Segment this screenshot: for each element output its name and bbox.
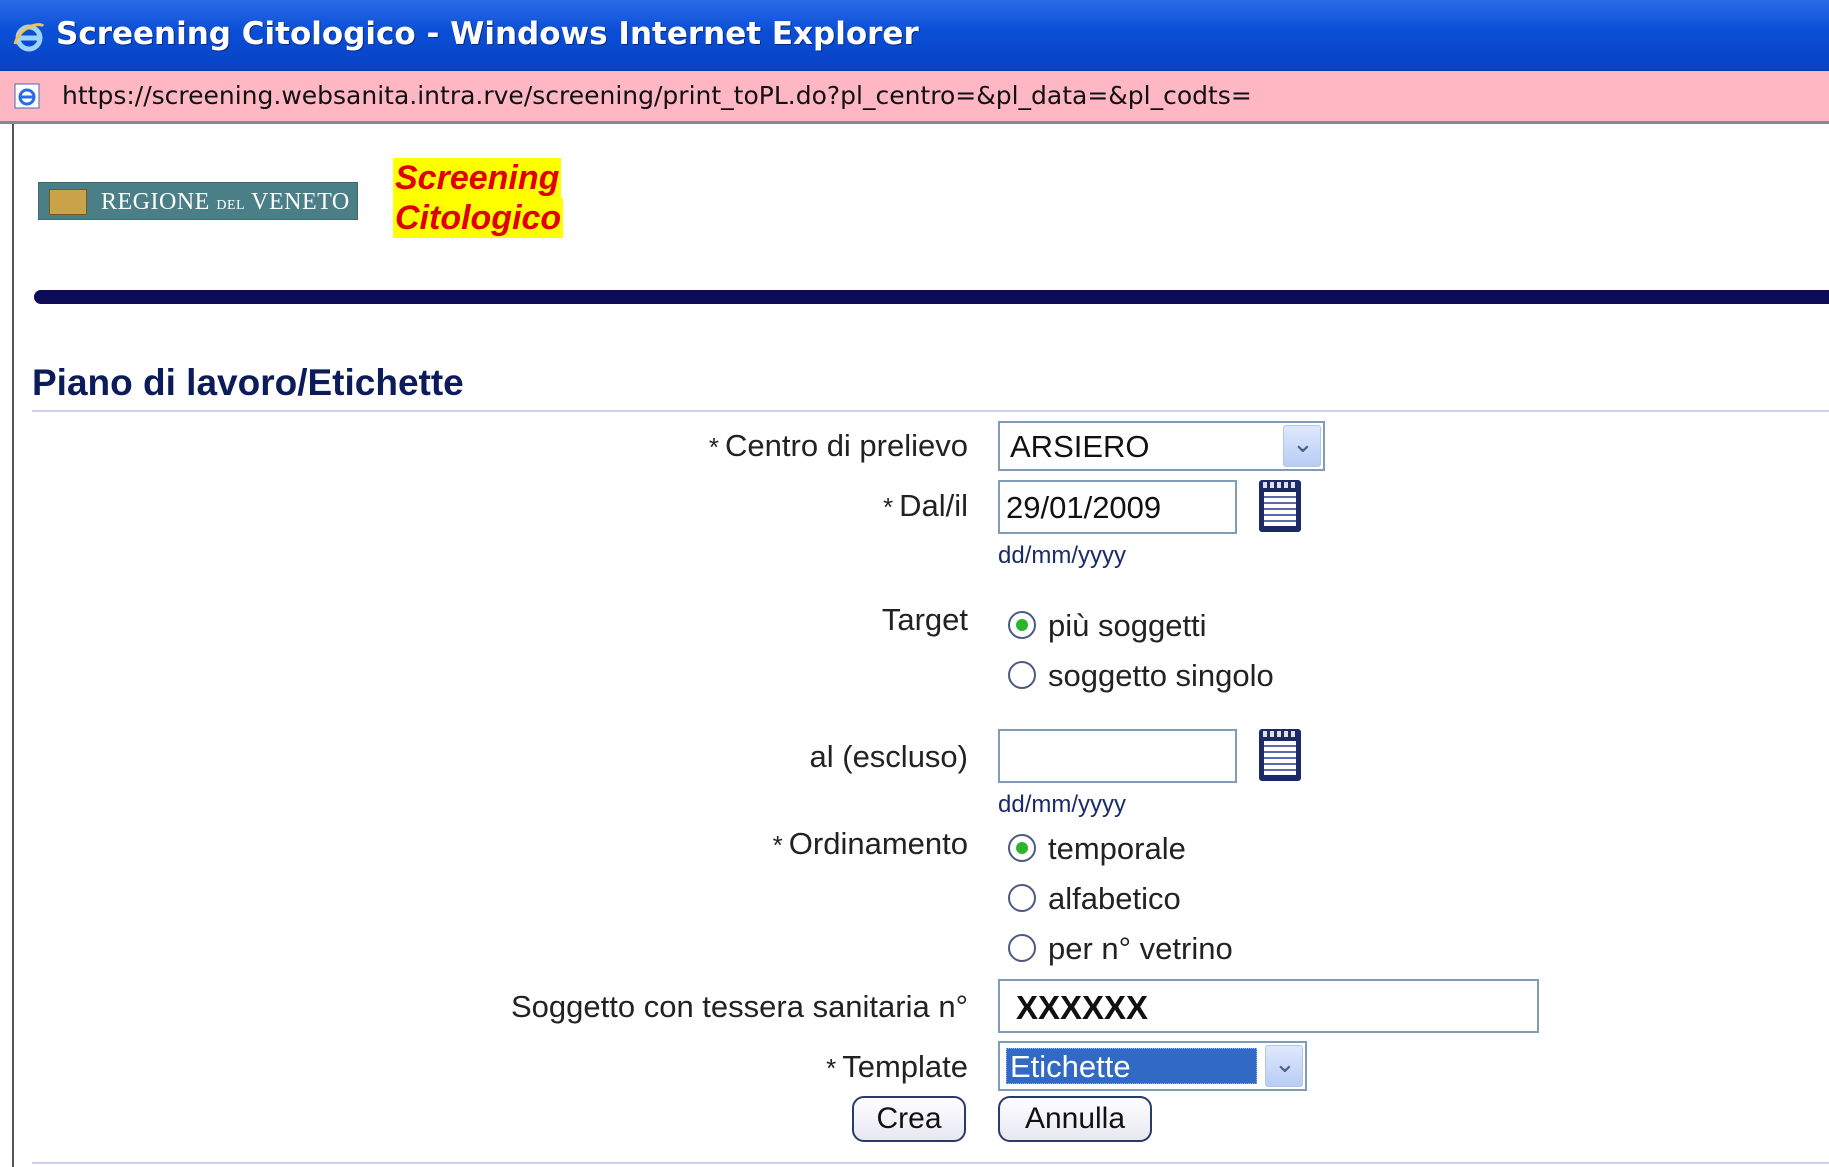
chevron-down-icon: ⌄ bbox=[1274, 1048, 1296, 1078]
ordinamento-option-vetrino[interactable]: per n° vetrino bbox=[1048, 931, 1233, 967]
address-bar[interactable]: https://screening.websanita.intra.rve/sc… bbox=[0, 71, 1829, 124]
header-divider bbox=[34, 290, 1829, 304]
calendar-icon[interactable] bbox=[1259, 729, 1301, 781]
template-label: * Template bbox=[826, 1049, 968, 1084]
app-title-line2: Citologico bbox=[393, 198, 564, 238]
annulla-button[interactable]: Annulla bbox=[998, 1096, 1152, 1142]
crea-button[interactable]: Crea bbox=[852, 1096, 966, 1142]
logo-text: REGIONE DEL VENETO bbox=[101, 189, 350, 215]
target-option-single[interactable]: soggetto singolo bbox=[1048, 658, 1274, 694]
ordinamento-radio-vetrino[interactable] bbox=[1008, 934, 1036, 962]
required-mark: * bbox=[826, 1053, 837, 1083]
centro-select[interactable]: ARSIERO ⌄ bbox=[998, 421, 1325, 471]
ordinamento-radio-temporale[interactable] bbox=[1008, 834, 1036, 862]
ordinamento-radio-alfabetico[interactable] bbox=[1008, 884, 1036, 912]
window-title-bar: Screening Citologico - Windows Internet … bbox=[0, 0, 1829, 71]
tessera-value: XXXXXX bbox=[1016, 989, 1149, 1026]
target-option-multiple[interactable]: più soggetti bbox=[1048, 608, 1207, 644]
window-left-border bbox=[0, 124, 14, 1167]
regione-veneto-logo: REGIONE DEL VENETO bbox=[38, 182, 358, 220]
crest-icon bbox=[49, 189, 87, 215]
al-date-format-hint: dd/mm/yyyy bbox=[998, 791, 1127, 818]
internet-explorer-icon bbox=[13, 23, 45, 52]
centro-value: ARSIERO bbox=[1010, 429, 1150, 464]
ordinamento-option-temporale[interactable]: temporale bbox=[1048, 831, 1186, 867]
template-value: Etichette bbox=[1010, 1049, 1131, 1084]
target-radio-single[interactable] bbox=[1008, 661, 1036, 689]
ordinamento-option-alfabetico[interactable]: alfabetico bbox=[1048, 881, 1181, 917]
centro-label: * Centro di prelievo bbox=[708, 428, 968, 463]
app-title-line1: Screening bbox=[393, 158, 562, 198]
dropdown-button[interactable]: ⌄ bbox=[1265, 1045, 1303, 1087]
dal-label: * Dal/il bbox=[882, 488, 968, 523]
dal-date-input[interactable]: 29/01/2009 bbox=[998, 480, 1237, 534]
al-label: al (escluso) bbox=[809, 739, 969, 774]
page-title: Piano di lavoro/Etichette bbox=[32, 362, 464, 403]
required-mark: * bbox=[772, 830, 783, 860]
url-text[interactable]: https://screening.websanita.intra.rve/sc… bbox=[62, 81, 1252, 110]
target-label: Target bbox=[881, 602, 968, 637]
required-mark: * bbox=[882, 492, 894, 522]
tessera-label: Soggetto con tessera sanitaria n° bbox=[510, 989, 968, 1024]
page-icon bbox=[14, 83, 40, 109]
window-title: Screening Citologico - Windows Internet … bbox=[56, 16, 919, 52]
dal-date-format-hint: dd/mm/yyyy bbox=[998, 542, 1127, 569]
chevron-down-icon: ⌄ bbox=[1292, 428, 1314, 458]
dropdown-button[interactable]: ⌄ bbox=[1283, 425, 1321, 467]
calendar-icon[interactable] bbox=[1259, 480, 1301, 532]
dal-date-value: 29/01/2009 bbox=[1006, 490, 1162, 525]
bottom-divider bbox=[32, 1162, 1829, 1164]
template-select[interactable]: Etichette ⌄ bbox=[998, 1041, 1307, 1091]
title-underline bbox=[32, 410, 1829, 412]
al-date-input[interactable] bbox=[998, 729, 1237, 783]
required-mark: * bbox=[708, 432, 720, 462]
target-radio-multiple[interactable] bbox=[1008, 611, 1036, 639]
ordinamento-label: * Ordinamento bbox=[772, 826, 968, 861]
tessera-input[interactable]: XXXXXX bbox=[998, 979, 1539, 1033]
